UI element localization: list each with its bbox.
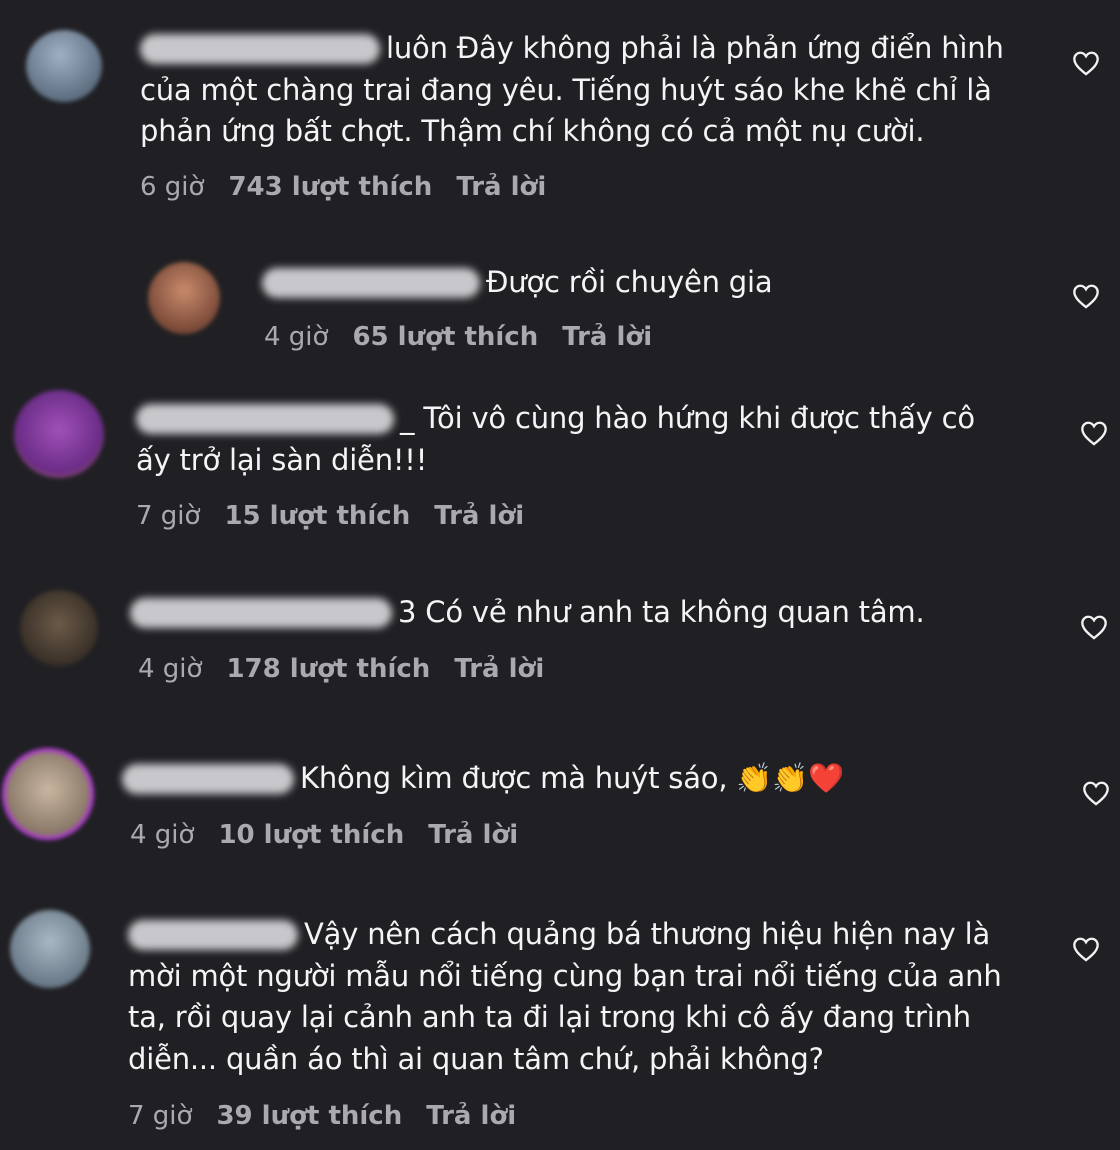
comment-text: 3 Có vẻ như anh ta không quan tâm. (130, 592, 925, 634)
comment-line: Vậy nên cách quảng bá thương hiệu hiện n… (304, 917, 991, 951)
comment-meta: 7 giờ 15 lượt thích Trả lời (136, 501, 548, 531)
comment-meta: 4 giờ 65 lượt thích Trả lời (264, 322, 676, 352)
like-count[interactable]: 743 lượt thích (228, 172, 432, 202)
reply-button[interactable]: Trả lời (454, 654, 544, 684)
comment-line: ta, rồi quay lại cảnh anh ta đi lại tron… (128, 1000, 971, 1034)
like-count[interactable]: 10 lượt thích (218, 820, 404, 850)
username[interactable] (130, 598, 392, 628)
comment-meta: 4 giờ 10 lượt thích Trả lời (130, 820, 542, 850)
avatar[interactable] (148, 262, 220, 334)
comment-text: luôn Đây không phải là phản ứng điển hìn… (140, 28, 1004, 153)
comment-text: Vậy nên cách quảng bá thương hiệu hiện n… (128, 914, 1002, 1080)
reply-button[interactable]: Trả lời (426, 1101, 516, 1131)
comment-line: của một chàng trai đang yêu. Tiếng huýt … (140, 72, 992, 107)
like-count[interactable]: 65 lượt thích (352, 322, 538, 352)
like-count[interactable]: 39 lượt thích (216, 1101, 402, 1131)
comment-line: Được rồi chuyên gia (486, 265, 773, 299)
username[interactable] (140, 34, 380, 64)
avatar[interactable] (10, 910, 90, 988)
comment-meta: 4 giờ 178 lượt thích Trả lời (138, 654, 568, 684)
like-heart-icon[interactable] (1072, 936, 1100, 962)
comment-line: _ Tôi vô cùng hào hứng khi được thấy cô (400, 401, 975, 435)
username[interactable] (262, 268, 480, 298)
like-count[interactable]: 15 lượt thích (224, 501, 410, 531)
like-count[interactable]: 178 lượt thích (226, 654, 430, 684)
timestamp: 4 giờ (130, 820, 195, 850)
comment-line: 3 Có vẻ như anh ta không quan tâm. (398, 595, 925, 629)
username[interactable] (136, 404, 394, 434)
avatar[interactable] (26, 30, 102, 102)
comment-text: _ Tôi vô cùng hào hứng khi được thấy cô … (136, 398, 975, 481)
comment-line: diễn... quần áo thì ai quan tâm chứ, phả… (128, 1041, 824, 1076)
timestamp: 7 giờ (136, 501, 201, 531)
like-heart-icon[interactable] (1080, 420, 1108, 446)
reply-button[interactable]: Trả lời (428, 820, 518, 850)
comment-text: Không kìm được mà huýt sáo, 👏👏❤️ (122, 758, 844, 800)
comment-meta: 6 giờ 743 lượt thích Trả lời (140, 172, 570, 202)
avatar[interactable] (6, 752, 90, 836)
reply-button[interactable]: Trả lời (562, 322, 652, 352)
comment-meta: 7 giờ 39 lượt thích Trả lời (128, 1101, 540, 1131)
comment-text: Được rồi chuyên gia (262, 262, 773, 304)
username[interactable] (122, 764, 294, 794)
like-heart-icon[interactable] (1082, 780, 1110, 806)
reply-button[interactable]: Trả lời (456, 172, 546, 202)
avatar[interactable] (20, 590, 98, 666)
comment-line: phản ứng bất chợt. Thậm chí không có cả … (140, 114, 925, 148)
timestamp: 6 giờ (140, 172, 205, 202)
timestamp: 7 giờ (128, 1101, 193, 1131)
like-heart-icon[interactable] (1072, 283, 1100, 309)
timestamp: 4 giờ (264, 322, 329, 352)
comment-line: mời một người mẫu nổi tiếng cùng bạn tra… (128, 958, 1002, 993)
comment-line: ấy trở lại sàn diễn!!! (136, 442, 428, 477)
like-heart-icon[interactable] (1080, 614, 1108, 640)
like-heart-icon[interactable] (1072, 50, 1100, 76)
avatar[interactable] (14, 390, 104, 478)
reply-button[interactable]: Trả lời (434, 501, 524, 531)
comment-line: Không kìm được mà huýt sáo, 👏👏❤️ (300, 761, 845, 795)
comment-line: luôn Đây không phải là phản ứng điển hìn… (386, 31, 1004, 65)
timestamp: 4 giờ (138, 654, 203, 684)
username[interactable] (128, 920, 298, 950)
